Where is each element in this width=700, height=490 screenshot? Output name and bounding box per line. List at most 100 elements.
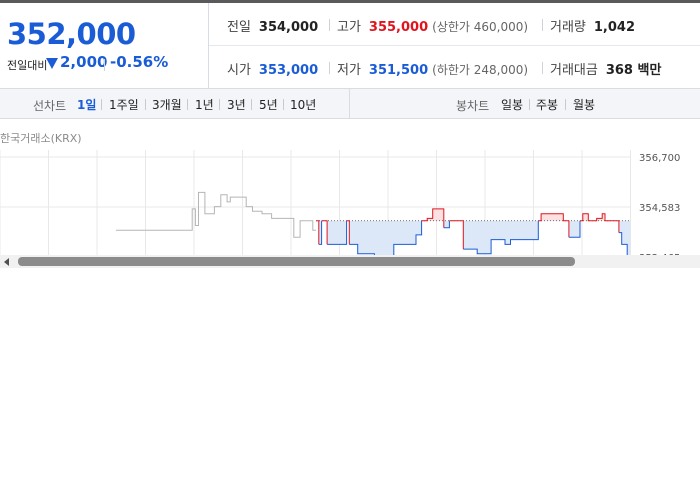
stat-value: 354,000	[258, 20, 319, 35]
area-fill	[624, 220, 628, 245]
price-summary: 352,000 전일대비 2,000 -0.56% 전일 354,000 고가 35…	[0, 3, 700, 89]
divider	[145, 99, 146, 110]
area-fill	[466, 220, 470, 250]
stat-label: 고가	[337, 20, 361, 35]
area-fill	[557, 213, 561, 221]
stat-value: 355,000	[368, 20, 429, 35]
stat-trade-value: 거래대금 368 백만	[550, 59, 661, 78]
area-fill	[468, 220, 472, 250]
area-fill	[368, 220, 372, 254]
lower-limit: (하한가 248,000)	[432, 63, 529, 77]
area-fill	[516, 220, 520, 240]
candle-chart-label: 봉차트	[456, 99, 490, 113]
area-fill	[335, 220, 339, 245]
scroll-left-arrow-icon[interactable]	[4, 258, 9, 266]
area-fill	[479, 220, 483, 254]
period-1d-button[interactable]: 1일	[77, 96, 96, 113]
area-fill	[379, 220, 383, 259]
area-fill	[402, 220, 406, 245]
divider	[529, 99, 530, 110]
period-10y-button[interactable]: 10년	[290, 96, 316, 113]
series-line-today	[321, 220, 328, 245]
chart-grid	[0, 150, 631, 260]
area-fill	[549, 213, 553, 221]
stat-value: 368 백만	[605, 63, 662, 78]
area-fill	[502, 220, 506, 240]
area-fill	[524, 220, 528, 240]
area-fill	[341, 220, 345, 245]
series-line-today	[449, 220, 464, 250]
y-tick-label: 354,583	[639, 203, 680, 214]
area-fill	[518, 220, 522, 240]
period-1w-button[interactable]: 1주일	[109, 96, 139, 113]
line-chart-label: 선차트	[33, 99, 67, 113]
stat-volume: 거래량 1,042	[550, 16, 635, 35]
series-line-today	[316, 220, 320, 245]
stat-row-1: 전일 354,000 고가 355,000 (상한가 460,000) 거래량 1,04…	[209, 3, 700, 46]
area-fill	[407, 220, 411, 245]
area-fill	[510, 220, 514, 240]
period-1y-button[interactable]: 1년	[195, 96, 214, 113]
divider	[104, 59, 105, 71]
area-fill	[338, 220, 342, 245]
y-axis-ticks: 356,700354,583352,465	[639, 153, 680, 260]
area-fill	[404, 220, 408, 245]
area-fill	[438, 208, 442, 221]
divider	[187, 99, 188, 110]
candle-chart-periods: 봉차트 일봉 주봉 월봉	[350, 89, 700, 118]
area-fill	[491, 220, 495, 240]
weekly-candle-button[interactable]: 주봉	[536, 96, 558, 113]
daily-candle-button[interactable]: 일봉	[501, 96, 523, 113]
period-5y-button[interactable]: 5년	[259, 96, 278, 113]
stat-label: 전일	[227, 20, 251, 35]
stat-value: 351,500	[368, 63, 429, 78]
upper-limit: (상한가 460,000)	[432, 20, 529, 34]
stat-row-2: 시가 353,000 저가 351,500 (하한가 248,000) 거래대금 368…	[209, 46, 700, 88]
period-3m-button[interactable]: 3개월	[152, 96, 182, 113]
stat-high: 고가 355,000 (상한가 460,000)	[337, 16, 528, 35]
market-label: 한국거래소(KRX)	[0, 132, 82, 145]
change-percent: -0.56%	[110, 53, 169, 71]
period-3y-button[interactable]: 3년	[227, 96, 246, 113]
area-fill	[493, 220, 497, 240]
area-fill	[574, 220, 578, 238]
stat-label: 거래대금	[550, 63, 598, 78]
divider	[542, 19, 543, 31]
area-fill	[571, 220, 575, 238]
area-fill	[552, 213, 556, 221]
monthly-candle-button[interactable]: 월봉	[573, 96, 595, 113]
stat-open: 시가 353,000	[227, 59, 318, 78]
stat-label: 저가	[337, 63, 361, 78]
stat-low: 저가 351,500 (하한가 248,000)	[337, 59, 528, 78]
area-fill	[360, 220, 364, 254]
area-fill	[352, 220, 356, 245]
change-label: 전일대비	[7, 59, 48, 72]
area-fill	[530, 220, 534, 240]
area-fill	[499, 220, 503, 240]
down-triangle-icon	[46, 58, 58, 69]
area-fill	[416, 220, 420, 235]
area-fill	[496, 220, 500, 240]
area-fill	[366, 220, 370, 254]
area-fill	[474, 220, 478, 250]
chart-fills	[318, 208, 631, 259]
area-fill	[329, 220, 333, 245]
area-fill	[521, 220, 525, 240]
area-fill	[546, 213, 550, 221]
divider	[251, 99, 252, 110]
area-fill	[354, 220, 358, 245]
area-fill	[396, 220, 400, 245]
divider	[101, 99, 102, 110]
area-fill	[410, 220, 414, 245]
y-tick-label: 356,700	[639, 153, 680, 164]
area-fill	[555, 213, 559, 221]
scrollbar-thumb[interactable]	[18, 257, 575, 266]
divider	[542, 62, 543, 74]
area-fill	[399, 220, 403, 245]
area-fill	[485, 220, 489, 254]
divider	[565, 99, 566, 110]
area-fill	[371, 220, 375, 254]
stat-value: 353,000	[258, 63, 319, 78]
area-fill	[382, 220, 386, 259]
area-fill	[377, 220, 381, 259]
